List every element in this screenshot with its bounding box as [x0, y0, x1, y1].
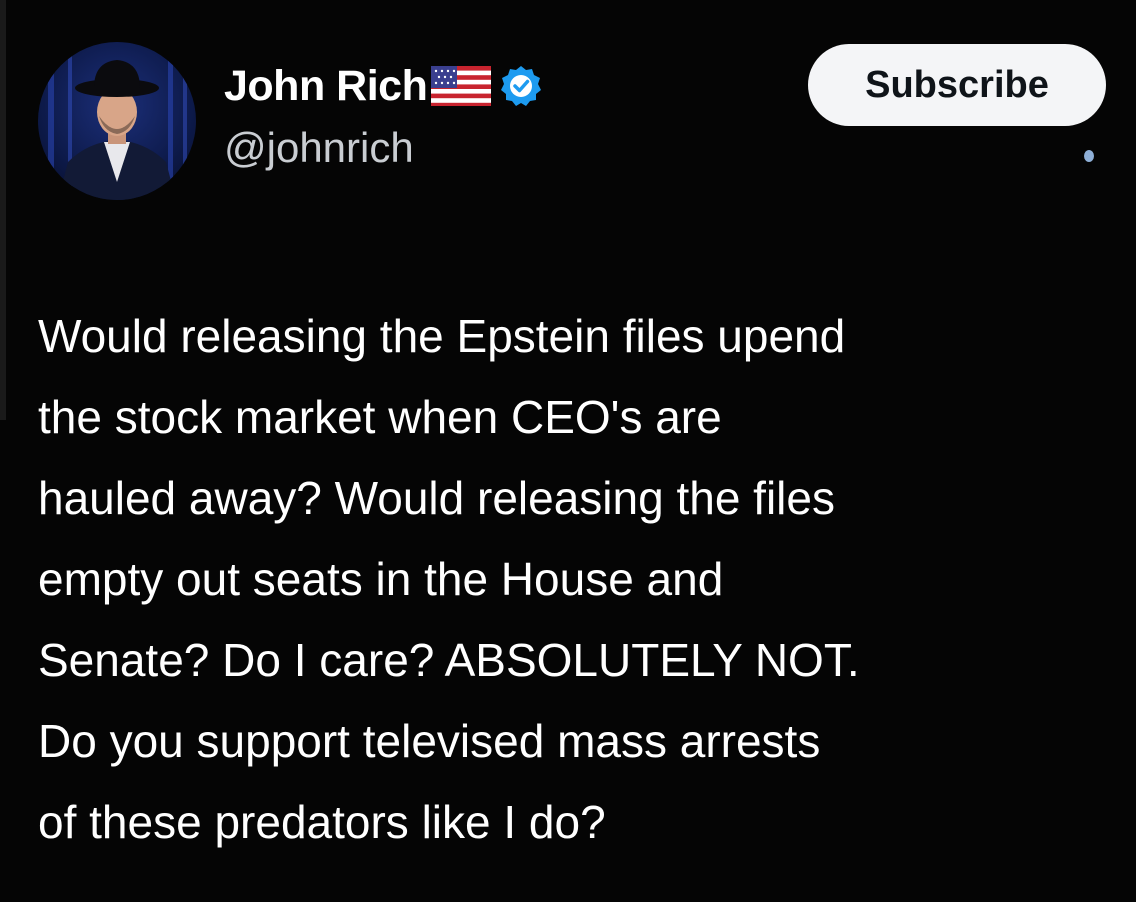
- avatar[interactable]: [38, 42, 196, 200]
- verified-badge-icon: [499, 64, 543, 108]
- name-row: John Rich: [224, 58, 543, 114]
- left-edge-divider: [0, 0, 6, 420]
- tweet-text: Would releasing the Epstein files upend …: [38, 310, 860, 848]
- us-flag-icon: [431, 66, 492, 106]
- tweet-card: John Rich @johnrich Subscribe Would rele…: [0, 0, 1136, 902]
- avatar-image: [48, 42, 187, 200]
- more-options-icon[interactable]: [1084, 150, 1094, 162]
- display-name[interactable]: John Rich: [224, 62, 428, 111]
- subscribe-button[interactable]: Subscribe: [808, 44, 1106, 126]
- user-handle[interactable]: @johnrich: [224, 124, 543, 172]
- user-info: John Rich @johnrich: [224, 58, 543, 172]
